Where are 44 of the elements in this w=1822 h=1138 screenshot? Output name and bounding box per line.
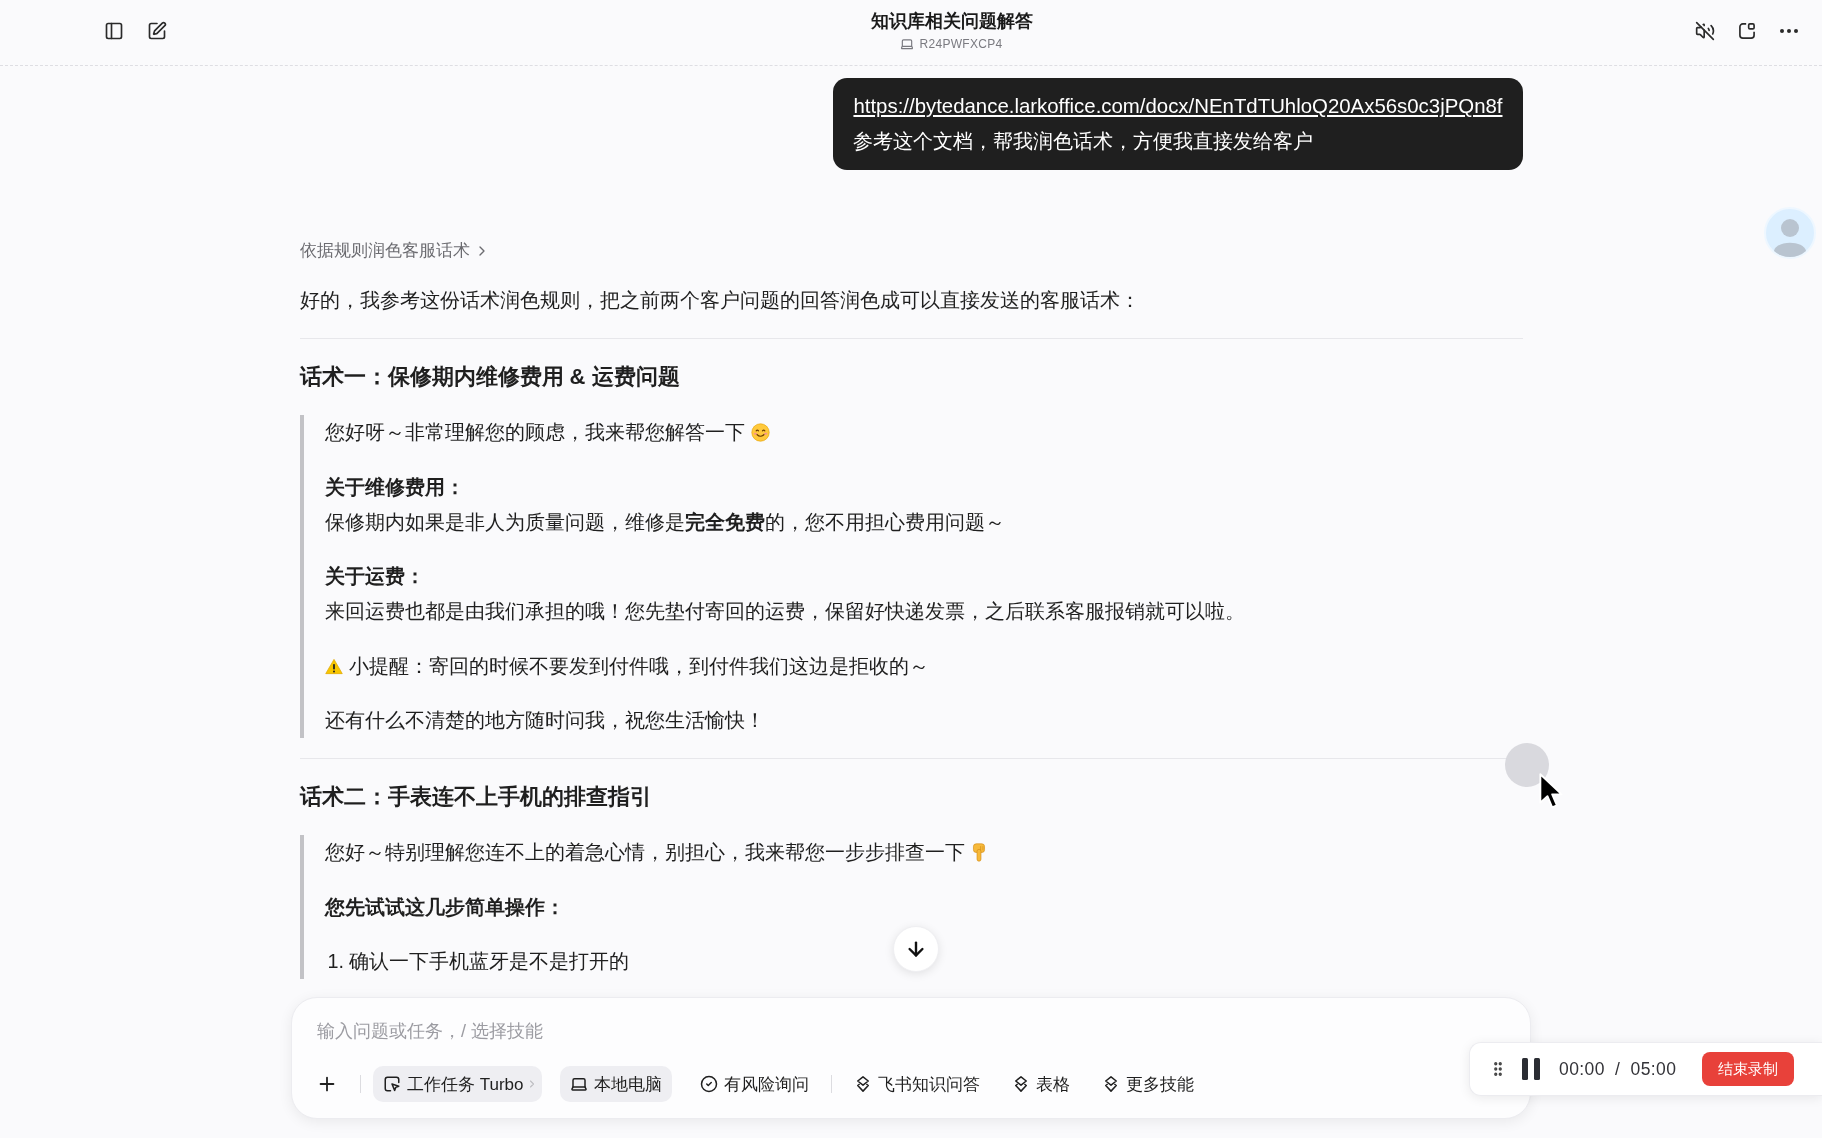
skill-trace-link[interactable]: 依据规则润色客服话术 (299, 239, 490, 263)
body-text: 保修期内如果是非人为质量问题，维修是完全免费的，您不用担心费用问题～ (324, 509, 1006, 535)
stop-recording-button[interactable]: 结束录制 (1702, 1052, 1795, 1086)
body-text: 还有什么不清楚的地方随时问我，祝您生活愉快！ (324, 708, 765, 733)
skill-chip[interactable]: 更多技能 (1091, 1066, 1204, 1102)
body-text: 您好～特别理解您连不上的着急心情，别担心，我来帮您一步步排查一下 (324, 840, 965, 865)
skill-chip[interactable]: 表格 (1001, 1066, 1080, 1102)
message-composer[interactable]: 输入问题或任务，/ 选择技能 工作任务 Turbo 本地电脑 有风险询问 飞书知识问答 表格 更多技能 (291, 997, 1531, 1119)
section-heading: 话术二：手表连不上手机的排查指引 (299, 783, 653, 811)
pause-icon (1521, 1058, 1541, 1080)
reply-intro-text: 好的，我参考这份话术润色规则，把之前两个客户问题的回答润色成可以直接发送的客服话术： (299, 288, 1141, 313)
body-text: 来回运费也都是由我们承担的哦！您先垫付寄回的运费，保留好快递发票，之后联系客服报销就可以啦。 (324, 599, 1246, 624)
mode-chip[interactable]: 有风险询问 (689, 1066, 819, 1102)
list-item-text: 1. 确认一下手机蓝牙是不是打开的 (327, 949, 630, 974)
mode-chip[interactable]: 本地电脑 (559, 1066, 672, 1102)
edit-icon (147, 21, 167, 41)
sidebar-icon (104, 21, 124, 41)
document-link[interactable]: https://bytedance.larkoffice.com/docx/NEnTdTUhloQ20Ax56s0c3jPQn8f (853, 89, 1503, 124)
recording-timer: 00:00 / 05:00 (1559, 1058, 1677, 1080)
body-text: 您好呀～非常理解您的顾虑，我来帮您解答一下 (324, 420, 745, 445)
window-title: 知识库相关问题解答 (870, 10, 1033, 33)
laptop-icon (569, 1075, 588, 1093)
smiling-face-icon (750, 423, 770, 442)
user-message-text: 参考这个文档，帮我润色话术，方便我直接发给客户 (853, 129, 1315, 154)
pointing-down-hand-icon (970, 843, 987, 862)
speaker-muted-icon (1695, 21, 1715, 41)
message-input[interactable]: 输入问题或任务，/ 选择技能 (316, 1015, 1506, 1047)
section-label: 您先试试这几步简单操作： (324, 894, 566, 920)
device-name: R24PWFXCP4 (919, 37, 1003, 51)
body-text: 小提醒：寄回的时候不要发到付件哦，到付件我们这边是拒收的～ (348, 653, 929, 679)
scroll-down-button[interactable] (893, 926, 939, 972)
section-label: 关于运费： (324, 564, 426, 589)
click-indicator-icon (1505, 743, 1549, 787)
section-heading: 话术一：保修期内维修费用 & 运费问题 (299, 363, 681, 391)
section-label: 关于维修费用： (324, 474, 466, 500)
pointer-square-icon (383, 1075, 401, 1093)
skill-chip[interactable]: 飞书知识问答 (843, 1066, 990, 1102)
laptop-icon (900, 37, 915, 51)
pause-button[interactable] (1521, 1058, 1541, 1080)
mode-chip[interactable]: 工作任务 Turbo (373, 1066, 542, 1102)
picture-in-picture-icon (1737, 21, 1757, 41)
warning-icon (324, 657, 343, 675)
check-circle-icon (699, 1075, 718, 1093)
more-icon (1780, 29, 1798, 33)
